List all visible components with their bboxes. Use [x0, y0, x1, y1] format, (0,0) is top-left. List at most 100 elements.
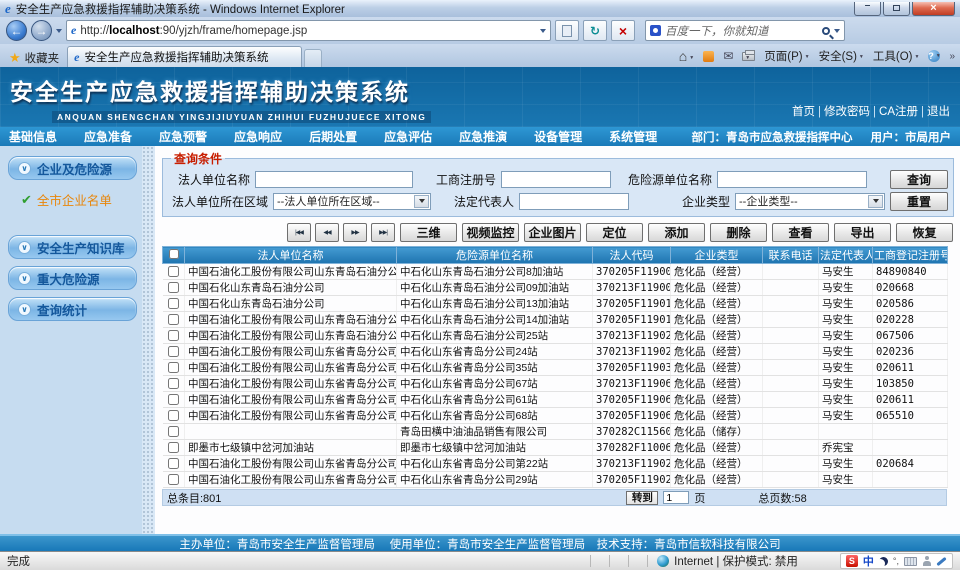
hazard-unit-name-input[interactable]: [717, 171, 867, 188]
nav-menu-item[interactable]: 设备管理: [534, 128, 582, 145]
header-link[interactable]: 退出: [918, 103, 950, 119]
table-row[interactable]: 中国石油化工股份有限公司山东青岛石油分公司 中石化山东青岛石油分公司14加油站 …: [163, 312, 948, 328]
toolbar-button[interactable]: 删除: [710, 223, 767, 242]
nav-menu-item[interactable]: 应急响应: [234, 128, 282, 145]
nav-menu-item[interactable]: 后期处置: [309, 128, 357, 145]
table-row[interactable]: 中国石化山东青岛石油分公司 中石化山东青岛石油分公司09加油站 370213F1…: [163, 280, 948, 296]
person-icon[interactable]: [922, 556, 931, 567]
sidebar-item-active[interactable]: 全市企业名单: [8, 187, 137, 221]
row-checkbox[interactable]: [168, 314, 179, 325]
sidebar-group[interactable]: 查询统计: [8, 297, 137, 321]
table-row[interactable]: 中国石油化工股份有限公司山东省青岛分公司 中石化山东省青岛分公司第22站 370…: [163, 456, 948, 472]
paging-button[interactable]: ▶▶|: [371, 223, 395, 242]
print-icon[interactable]: [742, 52, 755, 61]
header-link[interactable]: CA注册: [870, 103, 918, 119]
row-checkbox[interactable]: [168, 458, 179, 469]
toolbar-button[interactable]: 查看: [772, 223, 829, 242]
paging-button[interactable]: ◀◀: [315, 223, 339, 242]
nav-menu-item[interactable]: 应急准备: [84, 128, 132, 145]
search-box[interactable]: 百度一下，你就知道: [645, 20, 845, 41]
row-checkbox[interactable]: [168, 346, 179, 357]
page-input[interactable]: [663, 491, 689, 504]
row-checkbox[interactable]: [168, 266, 179, 277]
table-row[interactable]: 中国石油化工股份有限公司山东青岛石油分公司 中石化山东青岛石油分公司8加油站 3…: [163, 264, 948, 280]
nav-menu-item[interactable]: 应急评估: [384, 128, 432, 145]
sidebar-group[interactable]: 重大危险源: [8, 266, 137, 290]
header-link[interactable]: 修改密码: [815, 103, 870, 119]
punctuation-icon[interactable]: °,: [893, 556, 899, 566]
row-checkbox[interactable]: [168, 282, 179, 293]
wrench-icon[interactable]: [936, 556, 946, 565]
overflow-chevron-icon[interactable]: »: [949, 51, 955, 62]
refresh-button[interactable]: [583, 20, 607, 41]
home-icon[interactable]: [679, 48, 694, 64]
address-bar[interactable]: e http://localhost:90/yjzh/frame/homepag…: [66, 20, 551, 41]
dropdown-arrow-icon[interactable]: [868, 195, 883, 208]
new-tab-button[interactable]: [304, 49, 322, 67]
table-row[interactable]: 中国石油化工股份有限公司山东省青岛分公司 中石化山东省青岛分公司24站 3702…: [163, 344, 948, 360]
dropdown-arrow-icon[interactable]: [414, 195, 429, 208]
row-checkbox[interactable]: [168, 410, 179, 421]
goto-button[interactable]: 转到: [626, 491, 658, 505]
favorites-button[interactable]: 收藏夹: [5, 48, 67, 67]
toolbar-button[interactable]: 定位: [586, 223, 643, 242]
table-row[interactable]: 中国石化山东青岛石油分公司 中石化山东青岛石油分公司13加油站 370205F1…: [163, 296, 948, 312]
table-row[interactable]: 中国石油化工股份有限公司山东省青岛分公司 中石化山东省青岛分公司35站 3702…: [163, 360, 948, 376]
toolbar-button[interactable]: 三维: [400, 223, 457, 242]
sogou-icon[interactable]: S: [846, 555, 858, 567]
history-dropdown-icon[interactable]: [56, 29, 62, 36]
nav-menu-item[interactable]: 应急预警: [159, 128, 207, 145]
row-checkbox[interactable]: [168, 394, 179, 405]
nav-menu-item[interactable]: 系统管理: [609, 128, 657, 145]
legal-representative-input[interactable]: [519, 193, 629, 210]
search-dropdown-icon[interactable]: [834, 29, 840, 36]
minimize-button[interactable]: [854, 2, 881, 16]
maximize-button[interactable]: [883, 2, 910, 16]
row-checkbox[interactable]: [168, 442, 179, 453]
page-tab[interactable]: e 安全生产应急救援指挥辅助决策系统: [67, 46, 302, 67]
keyboard-icon[interactable]: [904, 557, 917, 566]
chinese-mode-icon[interactable]: 中: [863, 553, 874, 569]
command-menu-item[interactable]: 安全(S): [819, 48, 864, 64]
help-icon[interactable]: ?: [928, 50, 940, 62]
forward-button[interactable]: [31, 20, 52, 41]
toolbar-button[interactable]: 视频监控: [462, 223, 519, 242]
moon-icon[interactable]: [879, 557, 888, 566]
address-dropdown-icon[interactable]: [540, 29, 546, 36]
row-checkbox[interactable]: [168, 298, 179, 309]
panel-splitter[interactable]: [142, 146, 155, 534]
table-row[interactable]: 中国石油化工股份有限公司山东省青岛分公司 中石化山东省青岛分公司29站 3702…: [163, 472, 948, 488]
toolbar-button[interactable]: 导出: [834, 223, 891, 242]
search-button[interactable]: 查询: [890, 170, 948, 189]
mail-icon[interactable]: [723, 49, 733, 63]
row-checkbox[interactable]: [168, 474, 179, 485]
paging-button[interactable]: |◀◀: [287, 223, 311, 242]
table-row[interactable]: 青岛田横中油油品销售有限公司 370282C115602 危化品（储存）: [163, 424, 948, 440]
nav-menu-item[interactable]: 基础信息: [9, 128, 57, 145]
toolbar-button[interactable]: 恢复: [896, 223, 953, 242]
region-select[interactable]: --法人单位所在区域--: [273, 193, 431, 210]
nav-menu-item[interactable]: 应急推演: [459, 128, 507, 145]
header-link[interactable]: 首页: [792, 103, 815, 119]
select-all-header[interactable]: [163, 247, 185, 264]
command-menu-item[interactable]: 页面(P): [764, 48, 809, 64]
toolbar-button[interactable]: 企业图片: [524, 223, 581, 242]
paging-button[interactable]: ▶▶: [343, 223, 367, 242]
table-row[interactable]: 中国石油化工股份有限公司山东省青岛分公司 中石化山东省青岛分公司61站 3702…: [163, 392, 948, 408]
business-reg-no-input[interactable]: [501, 171, 611, 188]
search-icon[interactable]: [822, 27, 830, 35]
row-checkbox[interactable]: [168, 378, 179, 389]
command-menu-item[interactable]: 工具(O): [873, 48, 920, 64]
select-all-checkbox[interactable]: [169, 249, 179, 259]
table-row[interactable]: 中国石油化工股份有限公司山东省青岛分公司 中石化山东省青岛分公司67站 3702…: [163, 376, 948, 392]
row-checkbox[interactable]: [168, 330, 179, 341]
sidebar-group[interactable]: 安全生产知识库: [8, 235, 137, 259]
enterprise-type-select[interactable]: --企业类型--: [735, 193, 885, 210]
toolbar-button[interactable]: 添加: [648, 223, 705, 242]
back-button[interactable]: [6, 20, 27, 41]
rss-icon[interactable]: [703, 51, 714, 62]
sidebar-group-enterprise[interactable]: 企业及危险源: [8, 156, 137, 180]
reset-button[interactable]: 重置: [890, 192, 948, 211]
legal-unit-name-input[interactable]: [255, 171, 413, 188]
table-row[interactable]: 中国石油化工股份有限公司山东青岛石油分公司 中石化山东青岛石油分公司25站 37…: [163, 328, 948, 344]
